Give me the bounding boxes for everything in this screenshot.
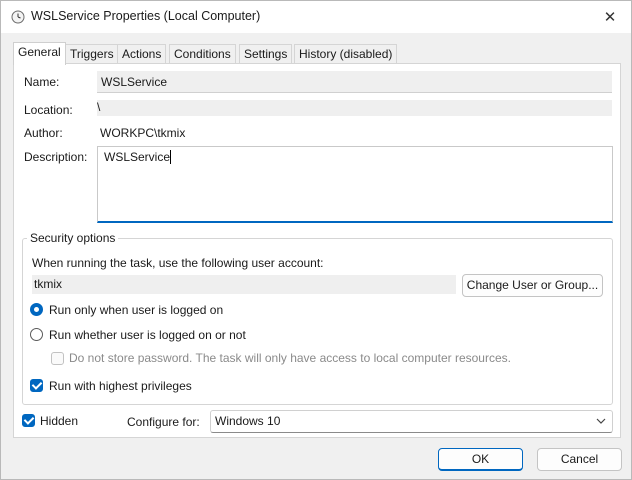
do-not-store-password-checkbox[interactable] (51, 352, 64, 365)
properties-dialog: WSLService Properties (Local Computer) ✕… (0, 0, 632, 480)
configure-for-value: Windows 10 (215, 414, 281, 428)
name-label: Name: (24, 75, 60, 89)
clock-icon (11, 10, 25, 24)
account-prompt: When running the task, use the following… (32, 256, 324, 270)
chevron-down-icon (596, 418, 606, 424)
configure-for-select[interactable]: Windows 10 (210, 410, 613, 433)
hidden-checkbox[interactable] (22, 414, 35, 427)
name-field[interactable]: WSLService (97, 71, 612, 93)
ok-button[interactable]: OK (438, 448, 523, 471)
close-icon: ✕ (603, 9, 617, 26)
description-input[interactable]: WSLService (97, 146, 613, 223)
description-label: Description: (24, 150, 88, 164)
close-button[interactable]: ✕ (589, 1, 631, 33)
author-label: Author: (24, 126, 63, 140)
tab-settings[interactable]: Settings (239, 44, 293, 64)
tab-history[interactable]: History (disabled) (294, 44, 398, 64)
cancel-button[interactable]: Cancel (537, 448, 622, 471)
description-text: WSLService (104, 150, 171, 164)
title-bar: WSLService Properties (Local Computer) ✕ (1, 1, 631, 33)
author-value: WORKPC\tkmix (100, 126, 186, 140)
configure-for-label: Configure for: (127, 415, 200, 429)
tab-conditions[interactable]: Conditions (169, 44, 236, 64)
location-field[interactable]: \ (97, 100, 612, 116)
tab-triggers[interactable]: Triggers (65, 44, 119, 64)
run-whether-label[interactable]: Run whether user is logged on or not (49, 328, 246, 342)
tab-general[interactable]: General (13, 42, 66, 65)
tab-actions[interactable]: Actions (117, 44, 167, 64)
do-not-store-password-label: Do not store password. The task will onl… (69, 351, 511, 365)
highest-privileges-checkbox[interactable] (30, 379, 43, 392)
location-label: Location: (24, 103, 73, 117)
change-user-button[interactable]: Change User or Group... (462, 274, 603, 297)
highest-privileges-label[interactable]: Run with highest privileges (49, 379, 192, 393)
run-logged-on-label[interactable]: Run only when user is logged on (49, 303, 223, 317)
window-title: WSLService Properties (Local Computer) (31, 9, 261, 23)
security-options-label: Security options (27, 231, 119, 245)
user-account-field: tkmix (32, 275, 456, 294)
run-whether-radio[interactable] (30, 328, 43, 341)
run-logged-on-radio[interactable] (30, 303, 43, 316)
hidden-label[interactable]: Hidden (40, 414, 78, 428)
text-caret (170, 150, 172, 164)
